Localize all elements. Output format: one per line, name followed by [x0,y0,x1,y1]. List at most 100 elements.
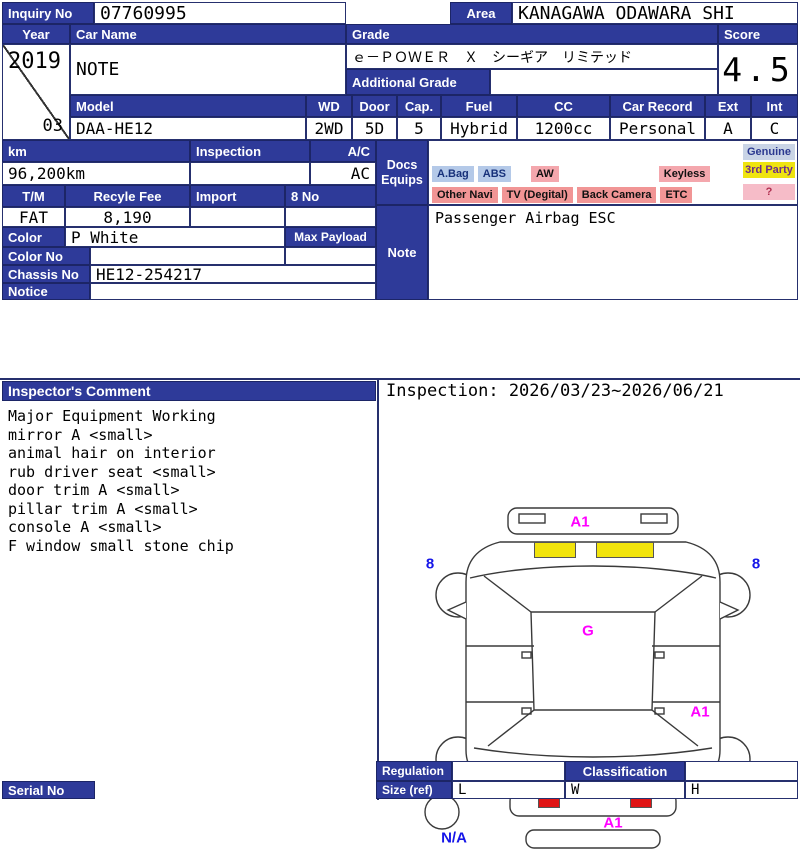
km-value: 96,200km [2,162,190,185]
car-name-header: Car Name [70,24,346,44]
cap-header: Cap. [397,95,441,117]
fuel-header: Fuel [441,95,517,117]
inspector-comment-line: mirror A <small> [8,425,153,444]
grade-header: Grade [346,24,718,44]
chassis-no-header: Chassis No [2,265,90,283]
door-value: 5D [352,117,397,140]
car-damage-diagram: A188GA188A1N/A [388,498,798,856]
eight-no-value [285,207,376,227]
model-value: DAA-HE12 [70,117,306,140]
additional-grade-label: Additional Grade [346,69,490,95]
inspectors-comment-list: Major Equipment Working mirror A <small> a… [8,407,374,567]
equip-badge--: ? [743,184,795,200]
color-no-header: Color No [2,247,90,265]
equipment-row-1: A.Bag ABS AW Keyless [432,166,711,182]
car-record-header: Car Record [610,95,705,117]
inspector-comment-line: door trim A <small> [8,481,180,499]
damage-mark-g: G [582,622,594,640]
color-value: P White [65,227,285,247]
car-name-value: NOTE [70,44,346,95]
equip-badge-etc: ETC [660,187,693,203]
size-ref-header: Size (ref) [376,781,452,799]
month-value: 03 [42,116,63,136]
equipment-panel: A.Bag ABS AW Keyless Other Navi TV (Degital)… [428,140,798,205]
notice-value [90,283,376,300]
year-value-cell: 2019 03 [2,44,70,140]
docs-equips-label: Docs Equips [376,140,428,205]
int-header: Int [751,95,798,117]
notice-header: Notice [2,283,90,300]
damage-zone [534,542,576,558]
equip-badge-back-camera: Back Camera [576,187,657,203]
damage-zone [596,542,654,558]
area-value: KANAGAWA ODAWARA SHI [512,2,798,24]
ext-value: A [705,117,751,140]
damage-mark-a1: A1 [570,513,590,531]
area-label: Area [450,2,512,24]
score-value: 4.5 [718,44,798,95]
import-header: Import [190,185,285,207]
chassis-no-value: HE12-254217 [90,265,376,284]
model-header: Model [70,95,306,117]
ac-header: A/C [310,140,376,162]
inspector-comment-line: pillar trim A <small> [8,499,198,518]
car-top-view-svg [424,507,751,849]
inspector-comment-line: Major Equipment Working [8,407,216,425]
inquiry-no-label: Inquiry No [2,2,94,24]
damage-mark-a1: A1 [603,814,623,832]
recycle-fee-header: Recyle Fee [65,185,190,207]
regulation-value [452,761,565,781]
note-panel: Passenger Airbag ESC [428,205,798,300]
year-header: Year [2,24,70,44]
docs-label: Docs [386,158,418,173]
inspection-header: Inspection [190,140,310,162]
equips-label: Equips [381,172,423,187]
equip-badge-aw: AW [531,166,559,182]
ext-header: Ext [705,95,751,117]
car-record-value: Personal [610,117,705,140]
int-value: C [751,117,798,140]
cap-value: 5 [397,117,441,140]
horizontal-divider [0,378,800,380]
color-no-value [90,247,285,265]
ac-value: AC [310,162,376,185]
size-w-cell: W [565,781,685,799]
additional-grade-value [490,69,718,95]
cc-header: CC [517,95,610,117]
max-payload-value [285,247,376,265]
classification-value [685,761,798,781]
recycle-fee-value: 8,190 [65,207,190,227]
equipment-row-2: Other Navi TV (Degital) Back Camera ETC [432,187,693,203]
note-label: Note [376,205,428,300]
grade-value: ｅ－ＰＯＷＥＲ Ｘ シーギア リミテッド [346,44,718,69]
inquiry-no-value: 07760995 [94,2,346,24]
size-l-cell: L [452,781,565,799]
damage-mark-8: 8 [751,555,761,573]
eight-no-header: 8 No [285,185,376,207]
serial-no-header: Serial No [2,781,95,799]
damage-mark-n-a: N/A [441,829,467,847]
wd-value: 2WD [306,117,352,140]
inspector-comment-line: animal hair on interior [8,444,216,462]
inspection-value [190,162,310,185]
max-payload-header: Max Payload [285,227,376,247]
door-header: Door [352,95,397,117]
wd-header: WD [306,95,352,117]
vertical-divider [377,378,379,800]
km-header: km [2,140,190,162]
cc-value: 1200cc [517,117,610,140]
equip-badge-genuine: Genuine [743,144,795,160]
fuel-value: Hybrid [441,117,517,140]
inspectors-comment-header: Inspector's Comment [2,381,376,401]
equipment-side-column: Genuine 3rd Party? [743,144,795,200]
classification-header: Classification [565,761,685,781]
equip-badge-a-bag: A.Bag [432,166,474,182]
inspector-comment-line: console A <small> [8,518,162,536]
equip-badge-tv-degital-: TV (Degital) [501,187,573,203]
damage-mark-8: 8 [425,555,435,573]
damage-mark-a1: A1 [690,703,710,721]
inspection-period: Inspection: 2026/03/23~2026/06/21 [386,381,724,401]
size-h-cell: H [685,781,798,799]
equip-badge-keyless: Keyless [658,166,711,182]
inspector-comment-line: rub driver seat <small> [8,462,216,481]
